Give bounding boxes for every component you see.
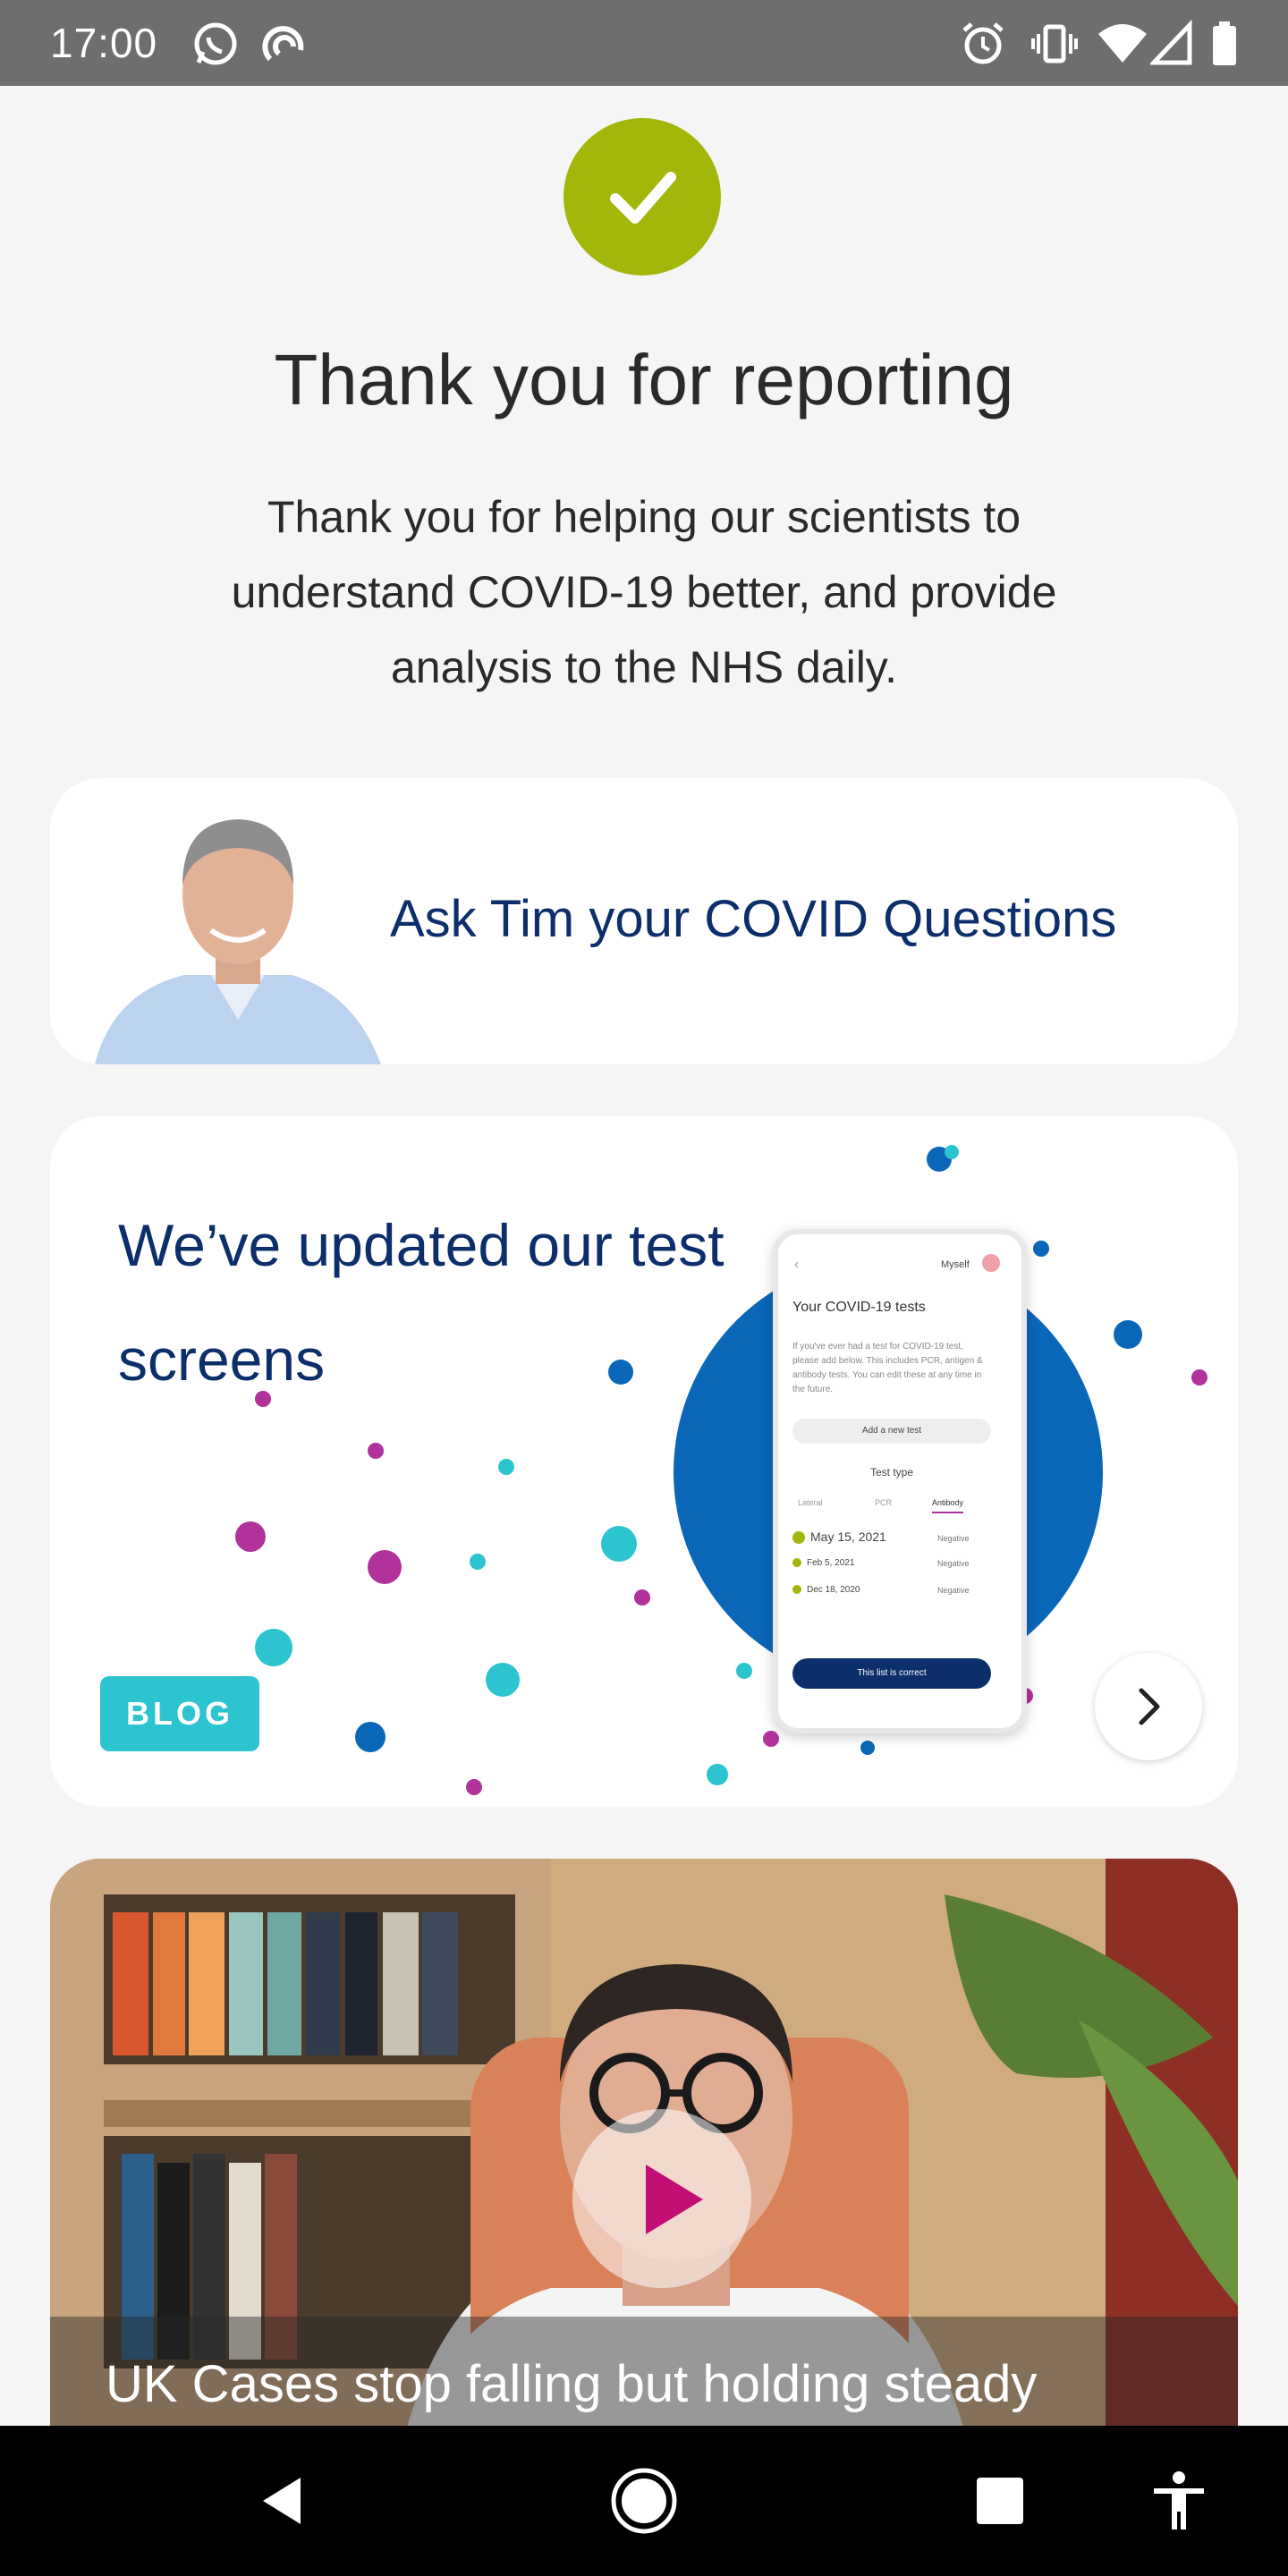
recent-apps-icon[interactable] [964, 2465, 1036, 2537]
video-card[interactable]: UK Cases stop falling but holding steady [50, 1859, 1238, 2503]
preview-back-icon: ‹ [794, 1257, 799, 1272]
battery-icon [1213, 21, 1236, 65]
back-icon[interactable] [249, 2465, 320, 2537]
sync-icon [262, 26, 304, 62]
video-caption: UK Cases stop falling but holding steady [106, 2355, 1038, 2413]
wifi-icon [1098, 24, 1147, 63]
preview-result-date-1: May 15, 2021 [810, 1530, 886, 1544]
ask-tim-card[interactable]: Ask Tim your COVID Questions [50, 778, 1238, 1064]
preview-tab-2: PCR [875, 1498, 893, 1507]
preview-result-date-3: Dec 18, 2020 [807, 1585, 860, 1595]
preview-body: If you've ever had a test for COVID-19 t… [792, 1342, 983, 1394]
check-icon [610, 172, 676, 224]
play-button[interactable] [572, 2109, 751, 2288]
preview-tab-3: Antibody [932, 1494, 964, 1513]
preview-section-label: Test type [869, 1466, 914, 1479]
preview-result-value-3: Negative [937, 1586, 970, 1595]
preview-confirm-button: This list is correct [792, 1658, 991, 1689]
preview-profile: Myself [941, 1259, 970, 1270]
thank-you-message: Thank you for helping our scientists to … [231, 492, 1057, 692]
ask-tim-label: Ask Tim your COVID Questions [390, 890, 1117, 948]
blog-badge: BLOG [100, 1676, 259, 1751]
preview-result-date-2: Feb 5, 2021 [807, 1558, 855, 1568]
preview-result-dot-3 [792, 1585, 801, 1594]
accessibility-icon[interactable] [1143, 2465, 1215, 2537]
tim-portrait [95, 819, 381, 1064]
signal-icon [1150, 20, 1192, 65]
play-icon [646, 2165, 703, 2234]
page-title: Thank you for reporting [274, 340, 1014, 419]
blog-title: We’ve updated our test screens [118, 1212, 724, 1393]
blog-card[interactable]: We’ve updated our test screens ‹ Myself … [50, 1116, 1238, 1807]
home-icon[interactable] [608, 2465, 680, 2537]
success-badge [564, 118, 721, 275]
phone-preview: ‹ Myself Your COVID-19 tests If you've e… [773, 1229, 1027, 1733]
preview-result-dot-1 [792, 1531, 805, 1544]
preview-tab-1: Lateral [798, 1498, 823, 1507]
preview-avatar [982, 1254, 1000, 1272]
chevron-right-icon [1139, 1688, 1160, 1725]
status-time: 17:00 [50, 20, 158, 66]
preview-add-button: Add a new test [792, 1419, 991, 1444]
next-button[interactable] [1095, 1653, 1202, 1760]
vibrate-icon [1031, 24, 1078, 64]
status-bar: 17:00 [0, 0, 1288, 86]
preview-result-value-1: Negative [937, 1534, 970, 1543]
preview-result-dot-2 [792, 1558, 801, 1567]
alarm-icon [962, 22, 1004, 64]
preview-result-value-2: Negative [937, 1559, 970, 1568]
whatsapp-icon [194, 22, 237, 65]
navigation-bar [0, 2426, 1288, 2576]
preview-heading: Your COVID-19 tests [792, 1300, 926, 1315]
